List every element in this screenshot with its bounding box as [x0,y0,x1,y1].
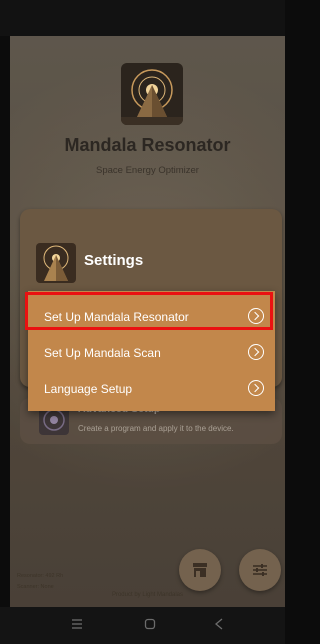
store-button[interactable] [179,549,221,591]
navigation-bar [0,607,285,644]
resonator-status: Resonator: 492 Rh [17,573,64,579]
app-subtitle: Space Energy Optimizer [96,165,199,176]
back-icon[interactable] [212,617,226,631]
menu-item-label: Language Setup [44,382,133,396]
app-title: Mandala Resonator [64,135,231,155]
sliders-icon [253,564,267,576]
arrow-circle-right-icon [248,380,264,396]
status-bar [0,0,285,36]
highlight-box [25,292,273,330]
scanner-status: Scanner: None [17,584,54,590]
home-icon[interactable] [143,617,157,631]
arrow-circle-right-icon [248,344,264,360]
menu-item-language-setup[interactable]: Language Setup [28,371,275,407]
advanced-setup-description: Create a program and apply it to the dev… [78,424,234,433]
menu-item-label: Set Up Mandala Scan [44,346,161,360]
settings-sliders-button[interactable] [239,549,281,591]
settings-title: Settings [84,252,144,269]
menu-item-set-up-mandala-scan[interactable]: Set Up Mandala Scan [28,335,275,371]
app-screen: Mandala Resonator Space Energy Optimizer… [0,0,285,644]
product-credit: Product by Light Mandalas [111,592,184,598]
settings-thumbnail [36,243,76,283]
menu-icon[interactable] [70,617,84,631]
app-logo [121,63,183,125]
store-icon [193,563,207,577]
